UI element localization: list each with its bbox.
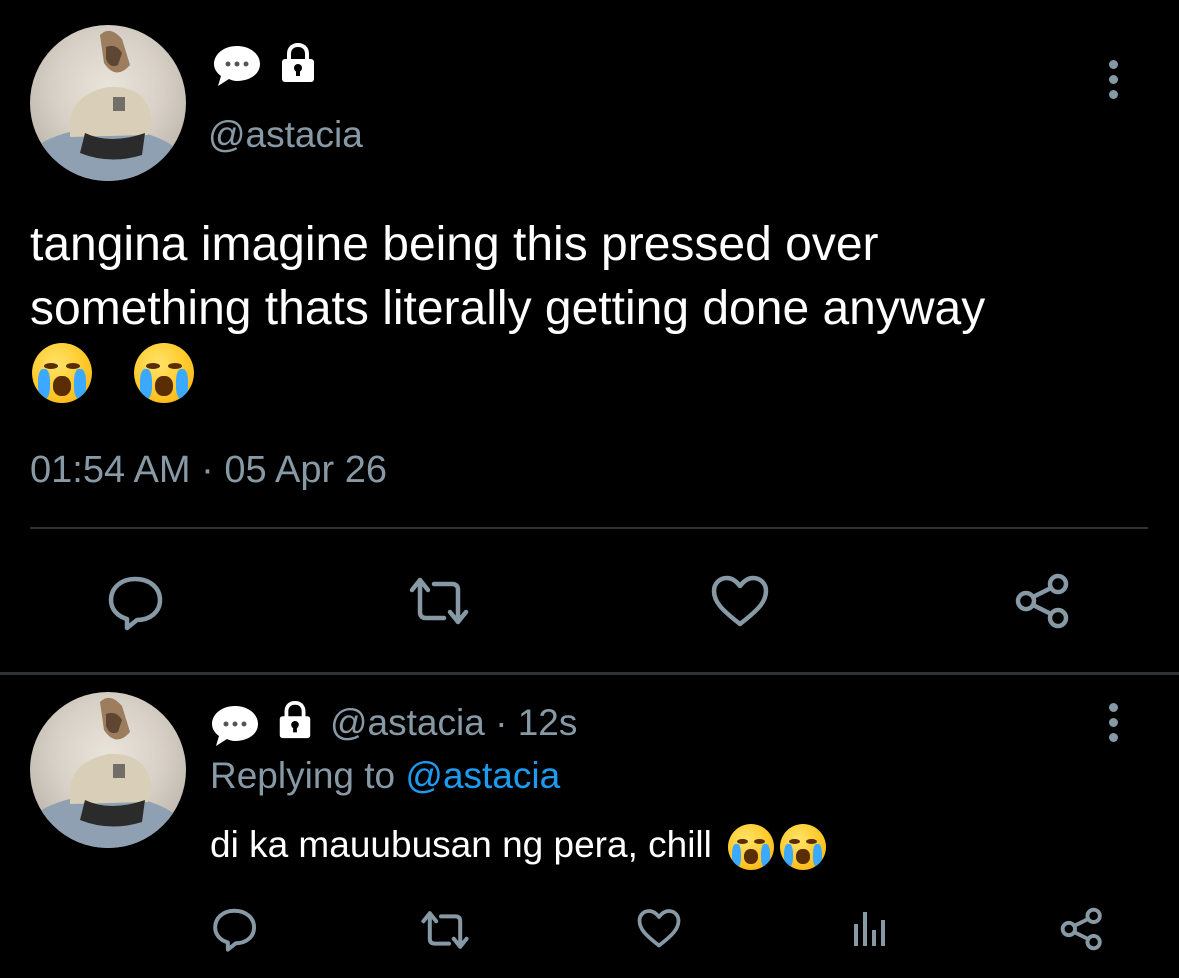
reply-analytics-button[interactable]: [852, 908, 888, 948]
reply-time-separator: ·: [484, 702, 518, 743]
reply-text: di ka mauubusan ng pera, chill: [210, 822, 827, 871]
share-icon: [1015, 573, 1069, 629]
like-icon: [637, 909, 681, 948]
more-options-icon[interactable]: [1108, 60, 1120, 105]
crying-emoji: [32, 343, 92, 403]
divider: [30, 527, 1148, 529]
avatar-photo: [30, 697, 186, 848]
author-handle[interactable]: @astacia: [208, 114, 363, 156]
reply-more-options-icon[interactable]: [1108, 703, 1120, 748]
speech-bubble-icon: [214, 46, 260, 86]
reply-meta: @astacia · 12s: [330, 702, 577, 744]
avatar[interactable]: [30, 25, 186, 181]
share-icon: [1060, 907, 1102, 951]
tweet-text-line-1: tangina imagine being this pressed over: [30, 218, 879, 271]
crying-emoji: [780, 824, 827, 871]
replying-to: Replying to @astacia: [210, 755, 560, 797]
reply-handle[interactable]: @astacia: [330, 702, 485, 743]
reply-like-button[interactable]: [636, 908, 682, 950]
avatar-photo: [30, 30, 186, 181]
replying-label: Replying to: [210, 755, 406, 796]
reply-share-button[interactable]: [1058, 906, 1106, 952]
like-button[interactable]: [710, 574, 770, 630]
share-button[interactable]: [1012, 572, 1074, 630]
crying-emoji: [134, 343, 194, 403]
lock-icon: [279, 700, 311, 739]
replying-to-link[interactable]: @astacia: [405, 755, 560, 796]
crying-emoji: [728, 824, 775, 871]
section-divider: [0, 672, 1179, 675]
analytics-icon: [854, 912, 885, 946]
like-icon: [711, 575, 769, 627]
retweet-icon: [421, 911, 469, 949]
tweet-text-line-2: something thats literally getting done a…: [30, 282, 986, 335]
tweet-text: tangina imagine being this pressed over …: [30, 213, 1170, 405]
lock-icon: [282, 42, 314, 82]
tweet-timestamp[interactable]: 01:54 AM · 05 Apr 26: [30, 449, 387, 492]
reply-button[interactable]: [107, 573, 165, 631]
reply-text-content: di ka mauubusan ng pera, chill: [210, 824, 712, 865]
reply-reply-button[interactable]: [212, 906, 258, 952]
reply-time[interactable]: 12s: [518, 702, 578, 743]
reply-icon: [108, 576, 163, 631]
retweet-button[interactable]: [408, 576, 470, 626]
reply-avatar[interactable]: [30, 692, 186, 848]
reply-retweet-button[interactable]: [420, 910, 470, 950]
retweet-icon: [409, 577, 469, 625]
speech-bubble-icon: [212, 706, 258, 746]
reply-icon: [213, 908, 257, 952]
tweet-emojis: [30, 341, 1170, 405]
